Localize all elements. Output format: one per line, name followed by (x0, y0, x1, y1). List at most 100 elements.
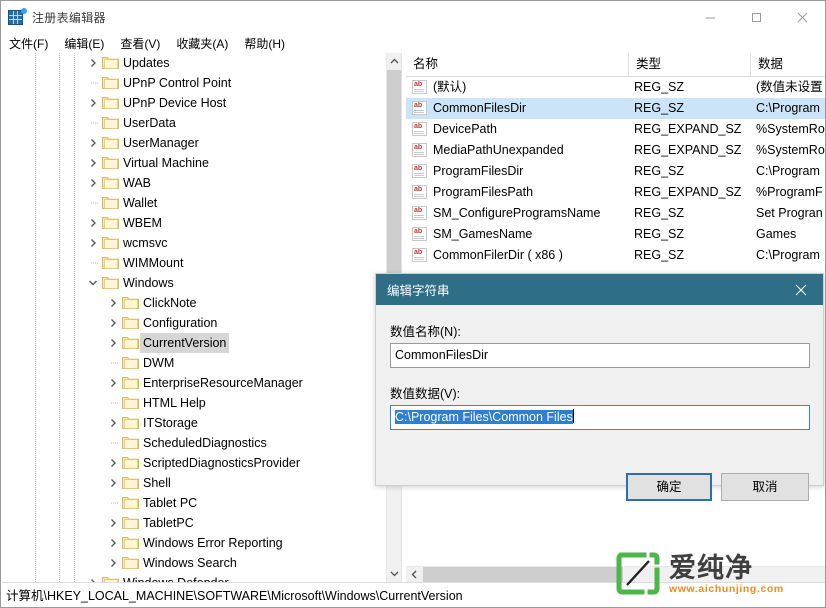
tree-item[interactable]: Virtual Machine (2, 153, 386, 173)
chevron-right-icon[interactable] (105, 413, 121, 433)
chevron-right-icon[interactable] (85, 233, 101, 253)
menu-view[interactable]: 查看(V) (112, 34, 168, 54)
tree-item-label: ClickNote (140, 293, 200, 313)
chevron-right-icon[interactable] (105, 553, 121, 573)
column-data[interactable]: 数据 (751, 53, 826, 76)
chevron-right-icon[interactable] (85, 133, 101, 153)
folder-icon (122, 356, 139, 370)
table-row[interactable]: abSM_GamesNameREG_SZGames (406, 224, 826, 245)
table-row[interactable]: abDevicePathREG_EXPAND_SZ%SystemRo (406, 119, 826, 140)
table-row[interactable]: abCommonFilerDir ( x86 )REG_SZC:\Program (406, 245, 826, 266)
cancel-button[interactable]: 取消 (721, 473, 809, 501)
scroll-left-arrow-icon[interactable] (406, 567, 423, 582)
tree-item[interactable]: Configuration (2, 313, 386, 333)
menu-help[interactable]: 帮助(H) (236, 34, 293, 54)
folder-icon (122, 456, 139, 470)
scroll-down-arrow-icon[interactable] (387, 565, 402, 582)
value-data-input[interactable]: C:\Program Files\Common Files (390, 405, 810, 430)
tree-item[interactable]: WBEM (2, 213, 386, 233)
tree-item[interactable]: EnterpriseResourceManager (2, 373, 386, 393)
column-name[interactable]: 名称 (406, 53, 629, 76)
close-button[interactable] (779, 1, 825, 34)
chevron-right-icon[interactable] (105, 513, 121, 533)
tree-item-label: HTML Help (140, 393, 209, 413)
menu-file[interactable]: 文件(F) (1, 34, 56, 54)
chevron-right-icon[interactable] (85, 573, 101, 582)
chevron-right-icon[interactable] (105, 293, 121, 313)
chevron-down-icon[interactable] (85, 273, 101, 293)
folder-icon (102, 256, 119, 270)
chevron-right-icon[interactable] (105, 473, 121, 493)
column-type[interactable]: 类型 (629, 53, 751, 76)
dialog-title: 编辑字符串 (387, 280, 450, 299)
dialog-close-button[interactable] (779, 274, 823, 305)
tree-item-label: Shell (140, 473, 174, 493)
cell-data: (数值未设置 (756, 77, 823, 98)
table-row[interactable]: abCommonFilesDirREG_SZC:\Program (406, 98, 826, 119)
registry-path-text: 计算机\HKEY_LOCAL_MACHINE\SOFTWARE\Microsof… (6, 585, 463, 604)
tree-item[interactable]: Updates (2, 53, 386, 73)
tree-item[interactable]: UserManager (2, 133, 386, 153)
tree-item[interactable]: Windows Defender (2, 573, 386, 582)
tree-item[interactable]: HTML Help (2, 393, 386, 413)
tree-item[interactable]: ITStorage (2, 413, 386, 433)
tree-item[interactable]: WAB (2, 173, 386, 193)
tree-item[interactable]: UserData (2, 113, 386, 133)
cell-name: SM_ConfigureProgramsName (433, 203, 600, 224)
cell-data: C:\Program (756, 98, 820, 119)
tree-item[interactable]: ClickNote (2, 293, 386, 313)
registry-values-list: ab(默认)REG_SZ(数值未设置abCommonFilesDirREG_SZ… (406, 77, 826, 266)
chevron-right-icon[interactable] (105, 533, 121, 553)
table-row[interactable]: ab(默认)REG_SZ(数值未设置 (406, 77, 826, 98)
table-row[interactable]: abSM_ConfigureProgramsNameREG_SZSet Prog… (406, 203, 826, 224)
tree-item[interactable]: wcmsvc (2, 233, 386, 253)
chevron-right-icon[interactable] (85, 93, 101, 113)
tree-item[interactable]: Windows (2, 273, 386, 293)
tree-item[interactable]: Shell (2, 473, 386, 493)
ok-button[interactable]: 确定 (626, 473, 712, 501)
menu-bar: 文件(F)编辑(E)查看(V)收藏夹(A)帮助(H) (1, 34, 825, 53)
chevron-right-icon[interactable] (105, 453, 121, 473)
table-row[interactable]: abMediaPathUnexpandedREG_EXPAND_SZ%Syste… (406, 140, 826, 161)
table-row[interactable]: abProgramFilesDirREG_SZC:\Program (406, 161, 826, 182)
tree-item-label: Tablet PC (140, 493, 200, 513)
tree-item[interactable]: Windows Search (2, 553, 386, 573)
chevron-right-icon[interactable] (85, 53, 101, 73)
tree-item[interactable]: UPnP Control Point (2, 73, 386, 93)
menu-favorites[interactable]: 收藏夹(A) (168, 34, 236, 54)
scroll-up-arrow-icon[interactable] (387, 53, 402, 70)
ab-string-icon: ab (412, 164, 427, 178)
folder-icon (102, 96, 119, 110)
ab-string-icon: ab (412, 227, 427, 241)
tree-item[interactable]: TabletPC (2, 513, 386, 533)
tree-connector-icon (105, 353, 121, 373)
tree-item[interactable]: CurrentVersion (2, 333, 386, 353)
chevron-right-icon[interactable] (85, 153, 101, 173)
list-horizontal-scrollbar[interactable] (406, 566, 826, 582)
tree-item[interactable]: UPnP Device Host (2, 93, 386, 113)
value-name-input[interactable]: CommonFilesDir (390, 343, 810, 368)
chevron-right-icon[interactable] (105, 373, 121, 393)
chevron-right-icon[interactable] (85, 213, 101, 233)
folder-icon (102, 236, 119, 250)
list-scroll-thumb[interactable] (423, 567, 623, 582)
tree-item[interactable]: WIMMount (2, 253, 386, 273)
folder-icon (102, 136, 119, 150)
tree-item[interactable]: DWM (2, 353, 386, 373)
chevron-right-icon[interactable] (85, 173, 101, 193)
tree-item-label: CurrentVersion (140, 333, 229, 353)
tree-item-label: Windows Defender (120, 573, 232, 582)
tree-item[interactable]: Tablet PC (2, 493, 386, 513)
tree-item[interactable]: ScheduledDiagnostics (2, 433, 386, 453)
minimize-button[interactable] (687, 1, 733, 34)
menu-edit[interactable]: 编辑(E) (56, 34, 112, 54)
tree-item[interactable]: ScriptedDiagnosticsProvider (2, 453, 386, 473)
table-row[interactable]: abProgramFilesPathREG_EXPAND_SZ%ProgramF (406, 182, 826, 203)
maximize-button[interactable] (733, 1, 779, 34)
text-caret (573, 409, 574, 423)
tree-item[interactable]: Windows Error Reporting (2, 533, 386, 553)
tree-item[interactable]: Wallet (2, 193, 386, 213)
chevron-right-icon[interactable] (105, 333, 121, 353)
tree-item-label: WBEM (120, 213, 165, 233)
chevron-right-icon[interactable] (105, 313, 121, 333)
